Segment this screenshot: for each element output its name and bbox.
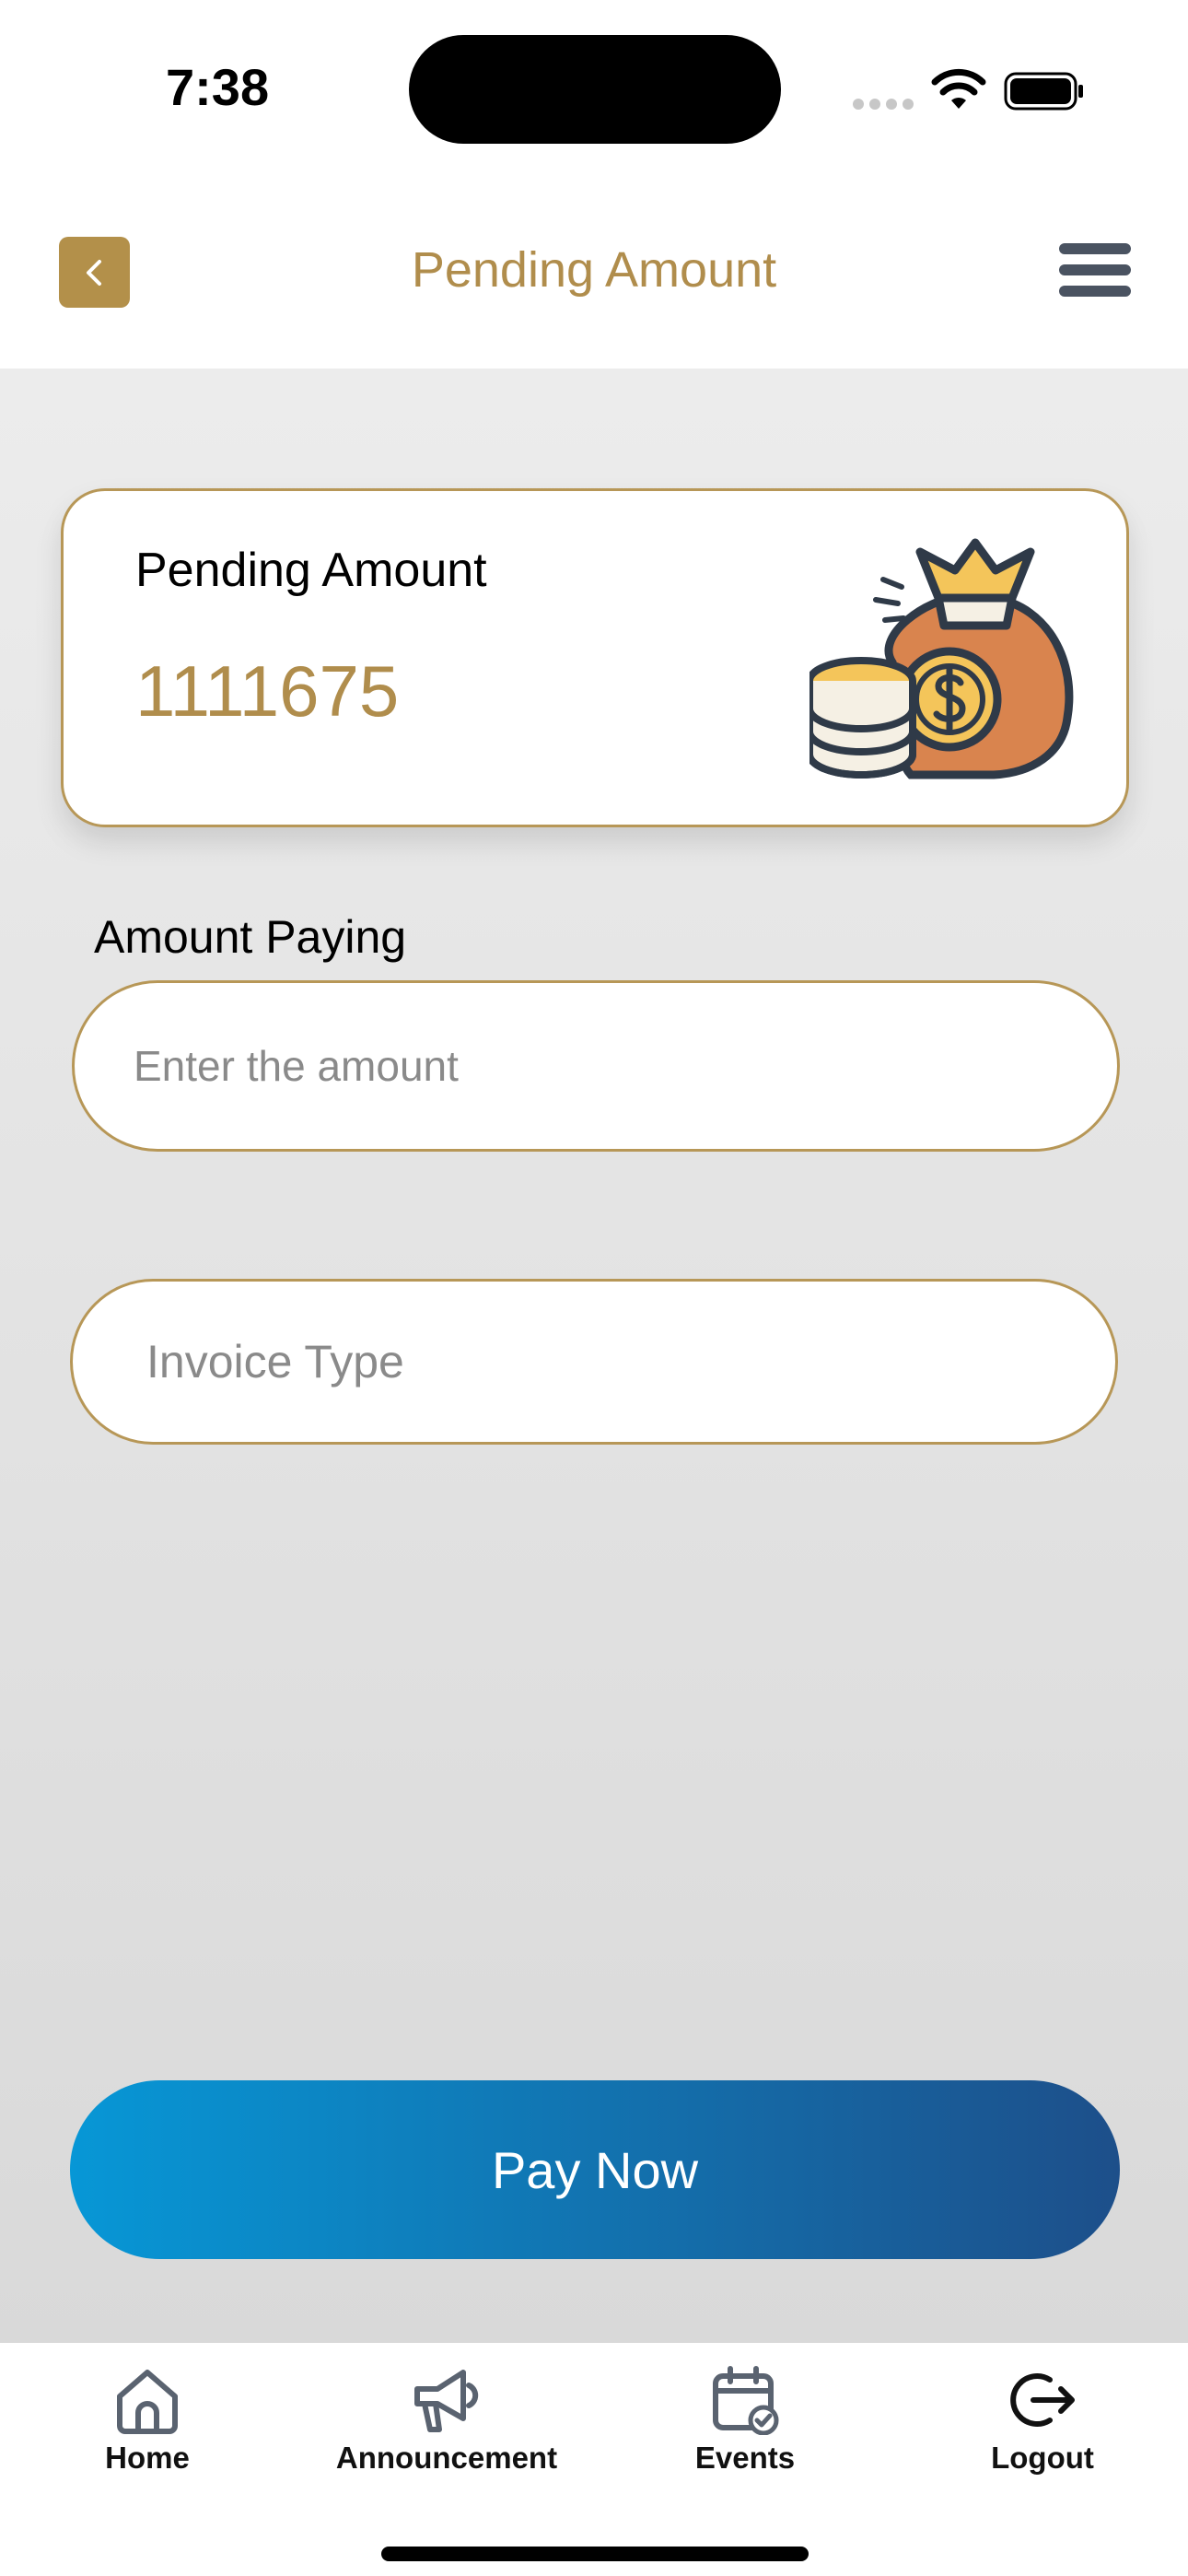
cellular-signal-icon	[853, 98, 919, 114]
tab-announcement-label: Announcement	[335, 2441, 558, 2475]
tab-events-label: Events	[694, 2441, 796, 2475]
invoice-type-placeholder: Invoice Type	[146, 1336, 404, 1388]
tab-logout[interactable]: Logout	[923, 2365, 1162, 2494]
amount-input[interactable]: Enter the amount	[72, 980, 1120, 1152]
home-indicator	[381, 2547, 809, 2561]
amount-paying-label: Amount Paying	[94, 911, 407, 963]
tab-events[interactable]: Events	[625, 2365, 865, 2494]
tab-home-label: Home	[105, 2441, 190, 2475]
invoice-type-field[interactable]: Invoice Type	[70, 1279, 1118, 1445]
megaphone-icon	[414, 2370, 479, 2432]
status-time: 7:38	[166, 58, 270, 116]
pending-amount-label: Pending Amount	[135, 544, 487, 597]
wifi-icon	[931, 68, 986, 109]
battery-icon	[1004, 72, 1083, 111]
tab-home[interactable]: Home	[28, 2365, 267, 2494]
tab-announcement[interactable]: Announcement	[327, 2365, 566, 2494]
pending-amount-value: 1111675	[135, 650, 400, 732]
pay-now-button[interactable]: Pay Now	[70, 2080, 1120, 2259]
main-content: Pending Amount 1111675 Amount Paying Ent…	[0, 369, 1188, 2343]
pending-amount-card: Pending Amount 1111675	[61, 488, 1129, 827]
hamburger-menu-icon	[1059, 243, 1131, 254]
page-title: Pending Amount	[411, 242, 777, 298]
home-icon	[117, 2370, 178, 2434]
menu-button[interactable]	[1055, 240, 1135, 300]
money-bag-coins-icon	[809, 538, 1074, 779]
calendar-check-icon	[713, 2366, 779, 2435]
status-bar: 7:38	[0, 0, 1188, 184]
bottom-tab-bar: Home Announcement Events Logout	[0, 2343, 1188, 2576]
tab-logout-label: Logout	[991, 2441, 1094, 2475]
dynamic-island	[409, 35, 781, 144]
logout-icon	[1010, 2373, 1075, 2427]
app-header: Pending Amount	[0, 184, 1188, 369]
amount-input-placeholder: Enter the amount	[134, 1042, 459, 1090]
